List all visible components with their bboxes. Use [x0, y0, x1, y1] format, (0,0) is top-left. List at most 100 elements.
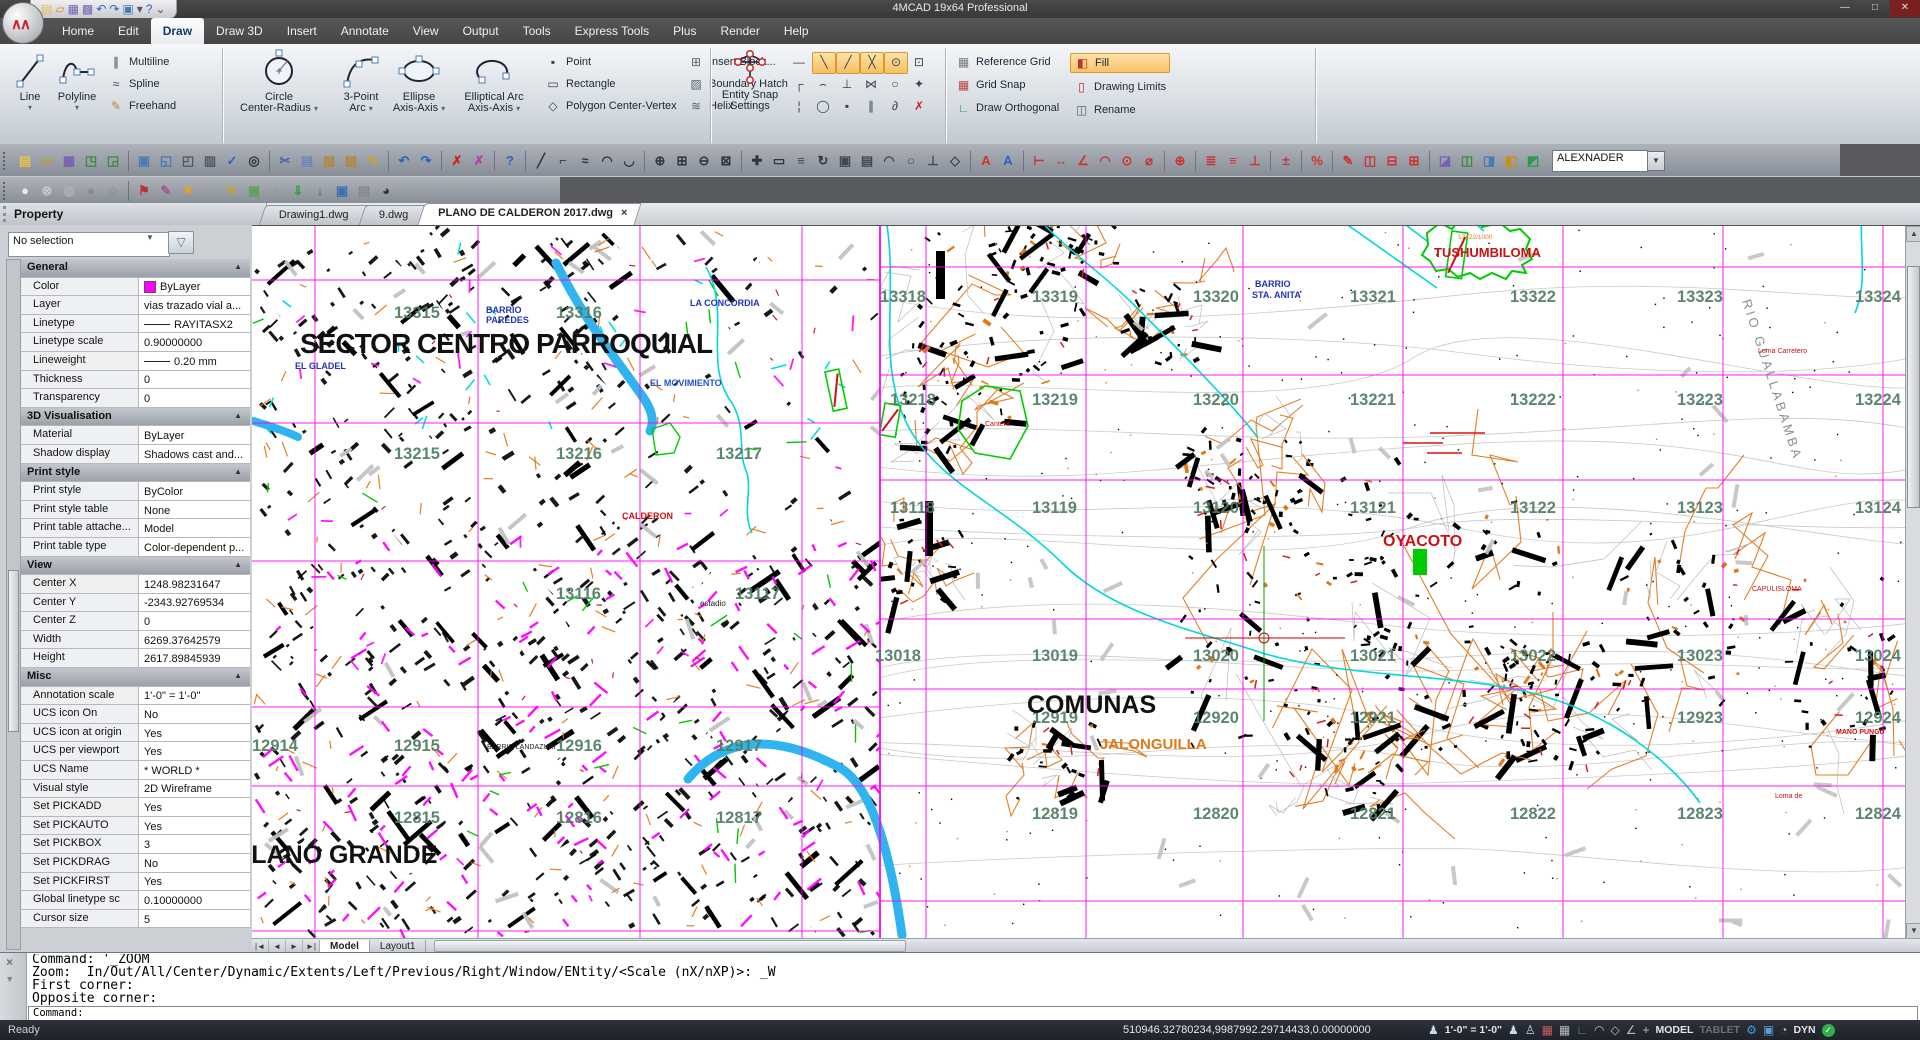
property-row[interactable]: UCS Name * WORLD * ▲	[21, 761, 250, 780]
settings-gear-icon[interactable]: ⚙	[1746, 1023, 1757, 1037]
snap-perpendicular-icon[interactable]: ⊥	[836, 74, 858, 94]
collapse-icon[interactable]: ▲	[234, 560, 242, 569]
snap-none-icon[interactable]: ✗	[908, 96, 930, 116]
property-row[interactable]: Lineweight 0.20 mm ▲	[21, 352, 250, 371]
property-row[interactable]: Material ByLayer ▲	[21, 426, 250, 445]
select-icon[interactable]: ▭	[768, 151, 790, 171]
export-acis-icon[interactable]: ◲	[102, 151, 124, 171]
polygon-icon[interactable]: ◇Polygon Center-Vertex	[545, 97, 682, 114]
polyline-button[interactable]: Polyline▾	[52, 48, 102, 112]
tab-layout1[interactable]: Layout1	[370, 940, 427, 953]
rectangle-icon[interactable]: ▭Rectangle	[545, 75, 682, 92]
dim-tolerance-icon[interactable]: ±	[1270, 151, 1297, 171]
paste-icon[interactable]: ▧	[318, 151, 340, 171]
three-point-arc-button[interactable]: 3-PointArc ▾	[335, 48, 387, 114]
workspace-icon[interactable]: ▣	[1763, 1023, 1774, 1037]
dim-baseline-icon[interactable]: ≣	[1195, 151, 1222, 171]
erase-icon[interactable]: ✗	[441, 151, 468, 171]
snap-endpoint-icon[interactable]: ╲	[812, 52, 836, 74]
collapse-icon[interactable]: ▲	[234, 262, 242, 271]
annotation-visibility-icon[interactable]: ♟	[1508, 1023, 1519, 1037]
spell-check-icon[interactable]: ✓	[221, 151, 243, 171]
property-row[interactable]: Print style table None ▲	[21, 501, 250, 520]
new-icon[interactable]: ▤	[14, 151, 36, 171]
rename-item[interactable]: ◫Rename	[1070, 101, 1170, 119]
command-input[interactable]: Command:	[28, 1006, 1918, 1021]
lwt-toggle-icon[interactable]: +	[1643, 1023, 1650, 1037]
property-row[interactable]: Linetype RAYITASX2 ▲	[21, 315, 250, 334]
snap-midpoint-icon[interactable]: ╱	[836, 52, 860, 74]
auto-annotation-icon[interactable]: ♙	[1525, 1023, 1536, 1037]
circle-center-radius-button[interactable]: CircleCenter-Radius ▾	[228, 48, 330, 114]
save-icon[interactable]: ▦	[58, 151, 80, 171]
snap-parallel-icon[interactable]: ∥	[860, 96, 882, 116]
light-icon[interactable]: ⚑	[128, 181, 155, 201]
dim-style-icon[interactable]: ⊞	[1403, 151, 1425, 171]
line-button[interactable]: Line▾	[10, 48, 50, 112]
dim-update-icon[interactable]: ⊟	[1381, 151, 1403, 171]
minimize-button[interactable]: —	[1830, 0, 1860, 17]
dim-oblique-icon[interactable]: %	[1301, 151, 1328, 171]
fill-item[interactable]: ◧Fill	[1070, 53, 1170, 73]
property-row[interactable]: Linetype scale 0.90000000 ▲	[21, 333, 250, 352]
print-preview-icon[interactable]: ◱	[155, 151, 177, 171]
clean-screen-icon[interactable]: ◔	[1780, 1023, 1787, 1037]
scroll-down-icon[interactable]: ▼	[1906, 923, 1920, 939]
dim-center-icon[interactable]: ⊕	[1164, 151, 1191, 171]
ellipse-button[interactable]: EllipseAxis-Axis ▾	[390, 48, 448, 114]
collapse-icon[interactable]: ▲	[234, 671, 242, 680]
freehand-icon[interactable]: ✎Freehand	[108, 97, 181, 114]
materials-icon[interactable]: ✎	[155, 181, 177, 201]
snap-insert2-icon[interactable]: ¦	[788, 96, 810, 116]
extract-icon[interactable]: ⇓	[287, 181, 309, 201]
snap-quadrant-icon[interactable]: ○	[884, 74, 906, 94]
property-row[interactable]: Print style ByColor ▲	[21, 482, 250, 501]
tab-tools[interactable]: Tools	[511, 18, 563, 44]
property-row[interactable]: Shadow display Shadows cast and... ▲	[21, 445, 250, 464]
toolbar-grip[interactable]	[3, 152, 11, 170]
elliptical-arc-button[interactable]: Elliptical ArcAxis-Axis ▾	[452, 48, 536, 114]
dim-arc-icon[interactable]: ◠	[1094, 151, 1116, 171]
tab-edit[interactable]: Edit	[106, 18, 151, 44]
sheet-icon[interactable]: ▤	[856, 151, 878, 171]
property-row[interactable]: Center X 1248.98231647 ▲	[21, 575, 250, 594]
property-row[interactable]: UCS icon at origin Yes ▲	[21, 724, 250, 743]
tab-insert[interactable]: Insert	[275, 18, 329, 44]
snap-corner-icon[interactable]: ┌	[788, 74, 810, 94]
snap-insertion-icon[interactable]: ⊡	[908, 52, 930, 72]
undo-icon[interactable]: ↶	[388, 151, 415, 171]
ucs-icon[interactable]: ⊥	[922, 151, 944, 171]
filter-button[interactable]: ▽	[168, 231, 194, 254]
property-row[interactable]: Global linetype sc 0.10000000 ▲	[21, 891, 250, 910]
snap-quick-icon[interactable]: ✦	[908, 74, 930, 94]
text-style-icon[interactable]: A	[970, 151, 997, 171]
property-row[interactable]: Print table type Color-dependent p... ▲	[21, 538, 250, 557]
layer-tool-2-icon[interactable]: ◫	[1456, 151, 1478, 171]
property-row[interactable]: UCS icon On No ▲	[21, 705, 250, 724]
find-icon[interactable]: ◎	[243, 151, 265, 171]
annotation-scale-icon[interactable]: ♟	[1428, 1023, 1439, 1037]
multiline-icon[interactable]: ∥Multiline	[108, 53, 181, 70]
property-row[interactable]: Height 2617.89845939 ▲	[21, 649, 250, 668]
tab-draw[interactable]: Draw	[151, 18, 204, 44]
close-icon[interactable]: ×	[6, 955, 13, 969]
dyn-toggle[interactable]: DYN	[1793, 1024, 1815, 1036]
shade-gouraud-icon[interactable]: ◍	[58, 181, 80, 201]
grid-toggle-icon[interactable]: ▦	[1559, 1023, 1570, 1037]
property-row[interactable]: Set PICKADD Yes ▲	[21, 798, 250, 817]
property-row[interactable]: Center Y -2343.92769534 ▲	[21, 594, 250, 613]
material-map-icon[interactable]: ▦	[243, 181, 265, 201]
vertical-scrollbar[interactable]: ▲ ▼	[1905, 226, 1920, 939]
snap-intersection-icon[interactable]: ╳	[860, 52, 884, 74]
zoom-out-icon[interactable]: ⊖	[693, 151, 715, 171]
tab-model[interactable]: Model	[320, 940, 370, 953]
property-row[interactable]: Color ByLayer ▲	[21, 278, 250, 297]
box-icon[interactable]: ▣	[834, 151, 856, 171]
dim-aligned-icon[interactable]: ↔	[1050, 151, 1072, 171]
import-light-icon[interactable]: ↓	[309, 181, 331, 201]
property-scrollbar[interactable]	[6, 259, 21, 950]
layout-nav-button[interactable]: ►	[286, 940, 303, 953]
snap-node-icon[interactable]: ▪	[836, 96, 858, 116]
sun-icon[interactable]: ☀	[177, 181, 199, 201]
purge-icon[interactable]: ✗	[468, 151, 490, 171]
